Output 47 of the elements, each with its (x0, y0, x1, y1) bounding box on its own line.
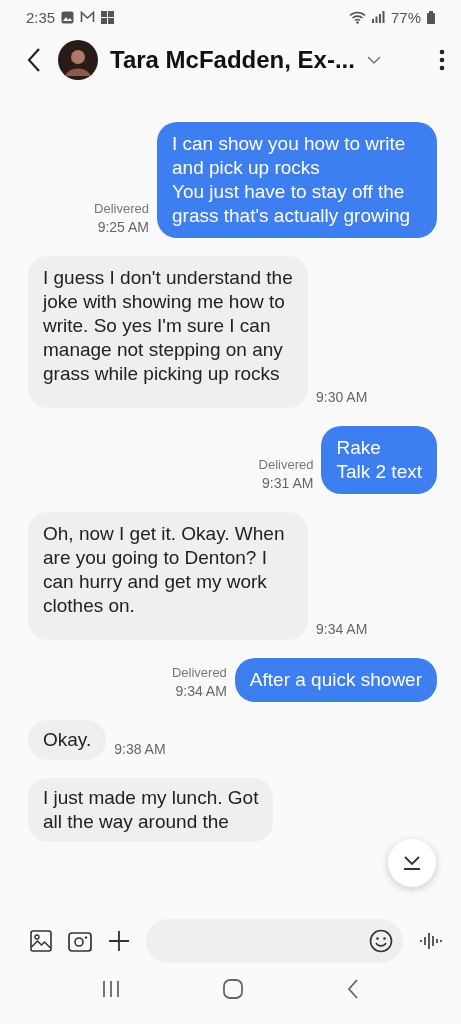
home-icon (223, 979, 244, 999)
message-bubble[interactable]: Oh, now I get it. Okay. When are you going to Denton? I can hurry and get my work clothes on. (28, 512, 308, 640)
status-time: 2:35 (26, 8, 56, 26)
message-time: 9:30 AM (316, 388, 368, 406)
recent-apps-icon (101, 980, 120, 998)
delivery-status: Delivered (171, 664, 227, 682)
scroll-down-icon (402, 856, 422, 870)
message-bubble[interactable]: Okay. (28, 720, 107, 760)
grid-icon (101, 10, 115, 24)
message-time: 9:38 AM (114, 740, 166, 758)
message-time: 9:34 AM (175, 682, 227, 700)
more-options-icon (439, 49, 445, 71)
message-bubble[interactable]: I can show you how to write and pick up rocks You just have to stay off the grass that's actually growing (157, 122, 437, 238)
add-icon (108, 930, 130, 952)
message-bubble[interactable]: I just made my lunch. Got all the way around the (28, 778, 274, 842)
battery-percent: 77% (390, 8, 421, 26)
gallery-button[interactable] (30, 930, 52, 952)
contact-name[interactable]: Tara McFadden, Ex-... (110, 46, 355, 74)
camera-button[interactable] (68, 930, 92, 952)
home-button[interactable] (223, 979, 244, 999)
voice-icon (419, 931, 443, 951)
nav-back-icon (347, 979, 360, 999)
contact-avatar[interactable] (58, 40, 98, 80)
gallery-icon (30, 930, 52, 952)
emoji-icon[interactable] (369, 929, 393, 953)
message-bubble[interactable]: Rake Talk 2 text (321, 426, 437, 494)
message-bubble[interactable]: After a quick shower (234, 658, 437, 702)
message-input[interactable] (146, 919, 403, 963)
gallery-icon (61, 10, 75, 24)
chevron-down-icon[interactable] (366, 55, 381, 65)
nav-back-button[interactable] (347, 979, 360, 999)
voice-button[interactable] (419, 931, 443, 951)
add-button[interactable] (108, 930, 130, 952)
scroll-down-button[interactable] (388, 839, 436, 887)
back-icon (26, 47, 42, 73)
battery-icon (427, 10, 435, 24)
camera-icon (68, 930, 92, 952)
message-time: 9:25 AM (97, 218, 149, 236)
signal-icon (371, 11, 385, 23)
recent-apps-button[interactable] (101, 980, 120, 998)
message-time: 9:34 AM (316, 620, 368, 638)
wifi-icon (348, 10, 366, 24)
delivery-status: Delivered (258, 456, 314, 474)
mail-icon (80, 11, 96, 23)
message-bubble[interactable]: I guess I don't understand the joke with showing me how to write. So yes I'm sure I can manage not stepping on any grass while picking up rocks (28, 256, 308, 408)
delivery-status: Delivered (94, 200, 149, 218)
message-time: 9:31 AM (262, 474, 314, 492)
